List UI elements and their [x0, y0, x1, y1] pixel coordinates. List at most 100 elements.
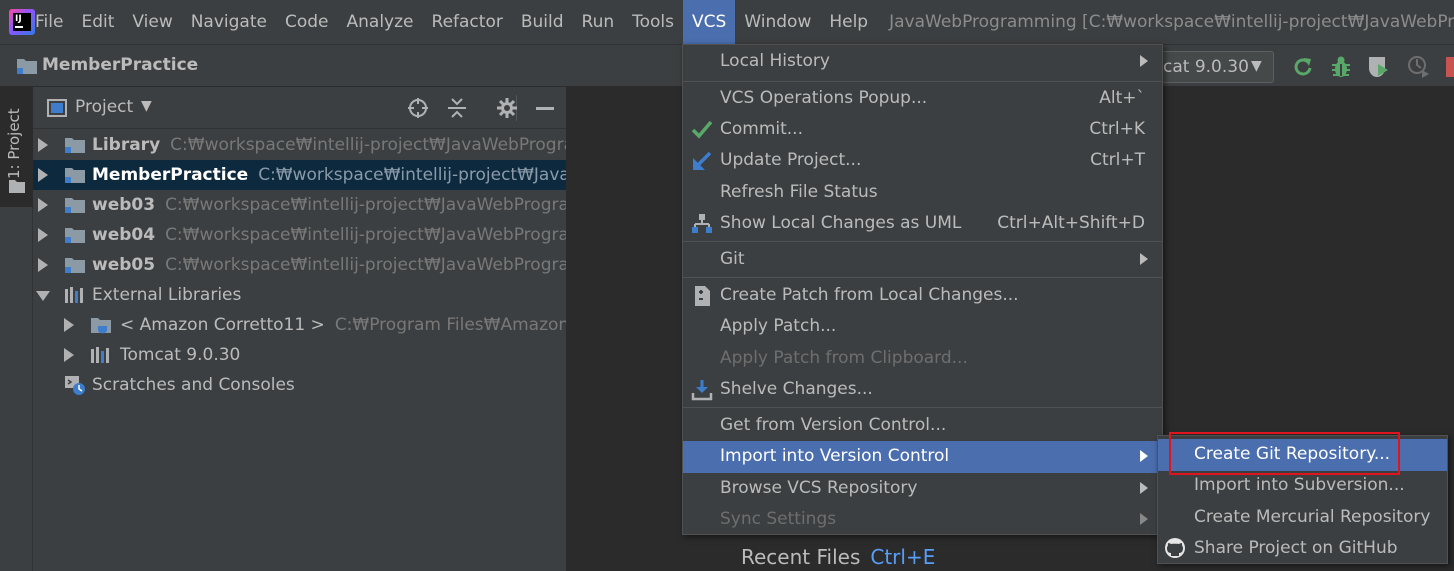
submenu-item-share-github[interactable]: Share Project on GitHub — [1158, 533, 1447, 565]
recent-files-label: Recent Files — [741, 545, 861, 569]
submenu-arrow-icon — [1140, 482, 1148, 494]
menu-item-refresh-status[interactable]: Refresh File Status — [683, 177, 1162, 209]
submenu-arrow-icon — [1140, 253, 1148, 265]
scratches-icon — [65, 376, 85, 395]
menu-item-create-patch[interactable]: Create Patch from Local Changes... — [683, 280, 1162, 312]
menu-edit[interactable]: Edit — [72, 0, 123, 44]
tree-row-memberpractice[interactable]: MemberPractice C:₩workspace₩intellij-proj… — [33, 160, 566, 190]
menu-item-browse-repo[interactable]: Browse VCS Repository — [683, 473, 1162, 505]
stop-icon[interactable] — [1446, 57, 1454, 77]
module-folder-icon — [65, 168, 85, 183]
expand-arrow-icon[interactable] — [38, 258, 48, 272]
menu-separator — [683, 81, 1162, 82]
expand-arrow-icon[interactable] — [38, 228, 48, 242]
run-with-coverage-icon[interactable] — [1366, 54, 1392, 80]
rerun-icon[interactable] — [1290, 54, 1316, 80]
run-configuration-select[interactable]: cat 9.0.30 ▼ — [1148, 51, 1274, 83]
menu-item-apply-patch[interactable]: Apply Patch... — [683, 311, 1162, 343]
menu-item-update-project[interactable]: Update Project... Ctrl+T — [683, 145, 1162, 177]
project-view-selector[interactable]: Project — [75, 97, 133, 117]
breadcrumb-project[interactable]: MemberPractice — [42, 55, 198, 75]
menu-tools[interactable]: Tools — [623, 0, 683, 44]
submenu-item-create-git-repository[interactable]: Create Git Repository... — [1158, 439, 1447, 471]
tree-row-web04[interactable]: web04 C:₩workspace₩intellij-project₩JavaW… — [33, 220, 567, 250]
project-panel-header: Project ▼ — [33, 87, 566, 129]
recent-files-hint: Recent Files Ctrl+E — [741, 545, 935, 569]
submenu-item-create-mercurial[interactable]: Create Mercurial Repository — [1158, 502, 1447, 534]
menu-item-apply-patch-clipboard: Apply Patch from Clipboard... — [720, 348, 968, 368]
menu-separator — [683, 277, 1162, 278]
collapse-arrow-icon[interactable] — [36, 291, 50, 301]
expand-arrow-icon[interactable] — [38, 138, 48, 152]
menu-separator — [683, 407, 1162, 408]
tree-item-label: Scratches and Consoles — [92, 375, 295, 395]
menu-vcs[interactable]: VCS — [683, 0, 736, 44]
menu-window[interactable]: Window — [735, 0, 820, 44]
tree-item-label: < Amazon Corretto11 > C:₩Program Files₩Am… — [120, 315, 567, 335]
jdk-folder-icon — [91, 318, 111, 334]
import-vc-submenu: Create Git Repository... Import into Sub… — [1157, 435, 1448, 564]
collapse-all-icon[interactable] — [446, 97, 468, 119]
project-tool-tab-label: 1: Project — [5, 108, 23, 179]
menu-build[interactable]: Build — [512, 0, 573, 44]
vcs-dropdown-menu: Local History VCS Operations Popup... Al… — [682, 44, 1163, 535]
uml-diagram-icon — [692, 214, 712, 233]
submenu-item-import-subversion[interactable]: Import into Subversion... — [1158, 470, 1447, 502]
tree-row-tomcat[interactable]: Tomcat 9.0.30 — [33, 340, 566, 370]
patch-file-icon — [695, 286, 710, 306]
menu-item-import-into-vc[interactable]: Import into Version Control — [683, 441, 1162, 473]
menu-item-get-from-vc[interactable]: Get from Version Control... — [683, 410, 1162, 442]
menu-run[interactable]: Run — [573, 0, 624, 44]
profile-icon[interactable] — [1406, 54, 1432, 80]
menu-view[interactable]: View — [123, 0, 181, 44]
tree-item-label: Tomcat 9.0.30 — [120, 345, 241, 365]
project-view-icon — [47, 99, 67, 117]
tree-item-label: web04 C:₩workspace₩intellij-project₩JavaW… — [92, 225, 567, 245]
tree-row-web03[interactable]: web03 C:₩workspace₩intellij-project₩JavaW… — [33, 190, 566, 220]
menu-bar: IJ File Edit View Navigate Code Analyze … — [0, 0, 1454, 44]
tree-item-label: web05 C:₩workspace₩intellij-project₩JavaW… — [92, 255, 567, 275]
menu-item-commit[interactable]: Commit... Ctrl+K — [683, 114, 1162, 146]
tree-row-scratches[interactable]: Scratches and Consoles — [33, 370, 566, 400]
update-arrow-icon — [693, 151, 712, 170]
expand-arrow-icon[interactable] — [38, 198, 48, 212]
menu-item-shelve-changes[interactable]: Shelve Changes... — [683, 374, 1162, 406]
tree-row-amazon-corretto[interactable]: < Amazon Corretto11 > C:₩Program Files₩Am… — [33, 310, 567, 340]
menu-item-git[interactable]: Git — [683, 244, 1162, 276]
tree-row-external-libraries[interactable]: External Libraries — [33, 280, 566, 310]
menu-item-show-uml[interactable]: Show Local Changes as UML Ctrl+Alt+Shift… — [683, 208, 1162, 240]
chevron-down-icon[interactable]: ▼ — [141, 98, 152, 114]
menu-refactor[interactable]: Refactor — [423, 0, 512, 44]
expand-arrow-icon[interactable] — [38, 168, 48, 182]
debug-icon[interactable] — [1328, 54, 1354, 80]
expand-arrow-icon[interactable] — [64, 348, 74, 362]
menu-item-local-history[interactable]: Local History — [683, 46, 1162, 78]
tree-item-label: Library C:₩workspace₩intellij-project₩Jav… — [92, 135, 567, 155]
hide-panel-icon[interactable] — [536, 107, 554, 110]
tree-row-web05[interactable]: web05 C:₩workspace₩intellij-project₩JavaW… — [33, 250, 567, 280]
submenu-arrow-icon — [1140, 55, 1148, 67]
gear-icon[interactable] — [496, 97, 518, 119]
menu-item-vcs-operations-popup[interactable]: VCS Operations Popup... Alt+` — [683, 83, 1162, 115]
project-panel: Project ▼ Library C:₩workspace₩intellij-p… — [33, 87, 567, 571]
tree-row-library[interactable]: Library C:₩workspace₩intellij-project₩Jav… — [33, 130, 567, 160]
project-tool-tab[interactable]: 1: Project — [0, 87, 33, 207]
tool-window-stripe: 1: Project — [0, 87, 33, 571]
window-title: JavaWebProgramming [C:₩workspace₩intelli… — [889, 12, 1454, 32]
menu-code[interactable]: Code — [276, 0, 338, 44]
locate-file-icon[interactable] — [407, 97, 429, 119]
menu-analyze[interactable]: Analyze — [338, 0, 423, 44]
menu-separator — [683, 241, 1162, 242]
submenu-arrow-icon — [1140, 450, 1148, 462]
module-folder-icon — [65, 198, 85, 213]
tree-item-label: MemberPractice C:₩workspace₩intellij-proj… — [92, 165, 566, 185]
submenu-arrow-icon — [1140, 513, 1148, 525]
module-folder-icon — [65, 138, 85, 153]
module-folder-icon — [65, 228, 85, 243]
menu-navigate[interactable]: Navigate — [182, 0, 276, 44]
folder-icon — [9, 180, 25, 193]
recent-files-shortcut: Ctrl+E — [870, 545, 936, 569]
tree-item-label: External Libraries — [92, 285, 242, 305]
menu-help[interactable]: Help — [820, 0, 877, 44]
expand-arrow-icon[interactable] — [64, 318, 74, 332]
